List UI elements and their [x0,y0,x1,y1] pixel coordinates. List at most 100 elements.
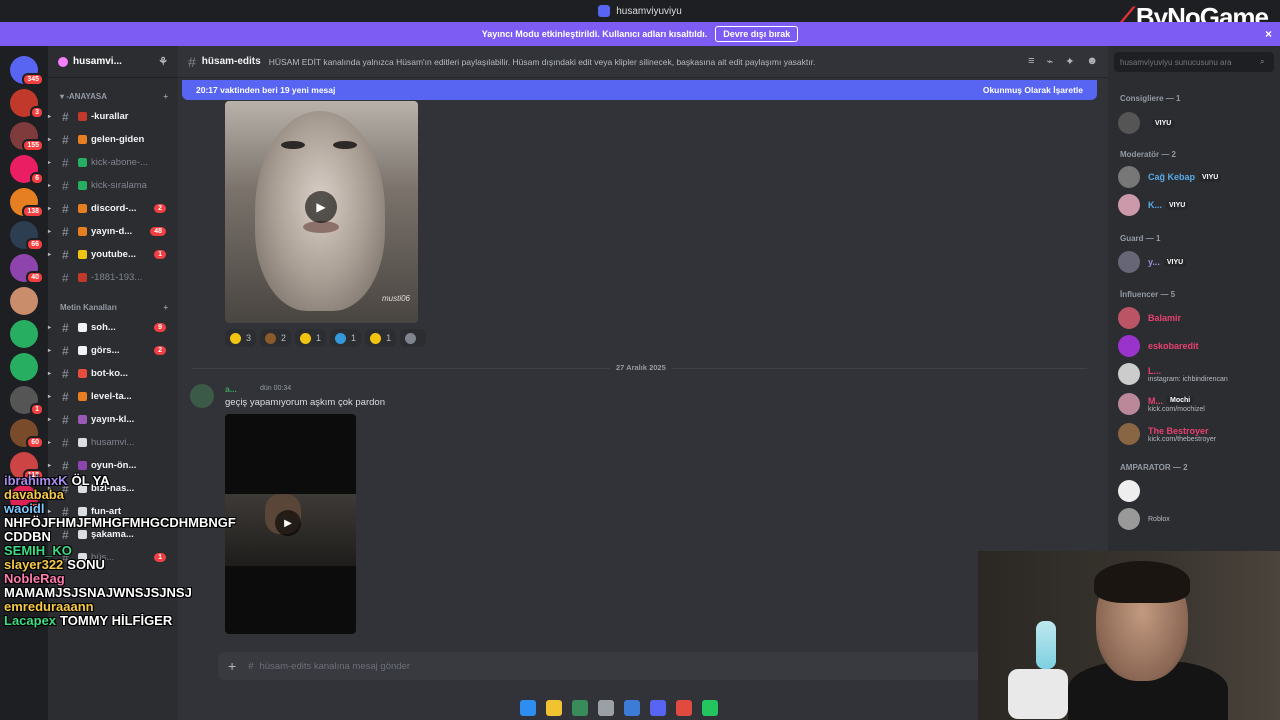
chevron-right-icon[interactable]: ▸ [48,159,51,166]
attach-plus-icon[interactable]: + [228,658,236,674]
mention-badge: 2 [154,346,166,355]
add-channel-icon[interactable]: + [163,303,168,312]
search-icon[interactable]: ⌕ [1260,57,1264,67]
server-icon[interactable]: 1 [10,386,44,416]
guild-header[interactable]: husamvi... ⚘ [48,46,178,78]
channel-label: husamvi... [91,437,135,448]
play-icon[interactable]: ▶ [305,191,337,223]
channel-item[interactable]: ▸ # görs... 2 [48,339,178,362]
play-icon[interactable]: ▶ [275,510,301,536]
server-icon[interactable]: 6 [10,155,44,185]
channel-item[interactable]: ▸ # yayın-kl... [48,408,178,431]
channel-label: level-ta... [91,391,132,402]
avatar[interactable] [190,384,214,408]
taskbar-app-icon[interactable] [624,700,640,716]
member-item[interactable]: K... VIYU [1118,194,1278,216]
close-icon[interactable]: × [1265,27,1272,41]
channel-item[interactable]: ▸ # soh... 9 [48,316,178,339]
channel-item[interactable]: ▸ # discord-... 2 [48,197,178,220]
taskbar-app-icon[interactable] [520,700,536,716]
channel-item[interactable]: ▸ # bot-ko... [48,362,178,385]
server-icon[interactable] [10,287,38,315]
search-input[interactable] [1120,57,1260,67]
member-item[interactable]: Balamir [1118,307,1278,329]
member-item[interactable]: y... VIYU [1118,251,1278,273]
member-item[interactable]: Cağ Kebap VIYU [1118,166,1278,188]
taskbar-app-icon[interactable] [676,700,692,716]
chevron-right-icon[interactable]: ▸ [48,416,51,423]
reaction-pill[interactable]: 3 [225,329,257,347]
member-item[interactable]: VIYU [1118,112,1278,134]
chat-username: davababa [4,487,64,502]
channel-item[interactable]: ▸ # gelen-giden [48,128,178,151]
message-composer[interactable]: + # hüsam-edits kanalına mesaj gönder [218,652,1093,680]
reaction-pill[interactable]: 1 [295,329,327,347]
chevron-right-icon[interactable]: ▸ [48,439,51,446]
chevron-right-icon[interactable]: ▸ [48,113,51,120]
server-icon[interactable] [10,353,38,381]
member-item[interactable]: Roblox [1118,508,1278,530]
chevron-right-icon[interactable]: ▸ [48,136,51,143]
channel-item[interactable]: # -1881-193... [48,266,178,289]
chevron-right-icon[interactable]: ▸ [48,324,51,331]
server-icon[interactable]: 155 [10,122,44,152]
server-icon[interactable]: 138 [10,188,44,218]
server-icon[interactable] [10,320,38,348]
channel-item[interactable]: ▸ # level-ta... [48,385,178,408]
member-item[interactable]: The Bestroyer kick.com/thebestroyer [1118,423,1278,445]
channel-item[interactable]: ▸ # yayın-d... 48 [48,220,178,243]
server-icon[interactable]: 345 [10,56,44,86]
chevron-right-icon[interactable]: ▸ [48,462,51,469]
reaction-pill[interactable]: 1 [365,329,397,347]
channel-emoji-icon [78,323,87,332]
chevron-right-icon[interactable]: ▸ [48,228,51,235]
avatar [1118,194,1140,216]
channel-item[interactable]: ▸ # husamvi... [48,431,178,454]
reaction-pill[interactable]: 1 [330,329,362,347]
chevron-right-icon[interactable]: ▸ [48,182,51,189]
mark-as-read-button[interactable]: Okunmuş Olarak İşaretle [983,85,1083,95]
video-attachment[interactable]: ▶ musti06 [225,101,418,323]
chevron-right-icon[interactable]: ▸ [48,205,51,212]
reaction-pill[interactable]: 2 [260,329,292,347]
chevron-right-icon[interactable]: ▸ [48,347,51,354]
channel-label: youtube... [91,249,136,260]
member-item[interactable]: L... instagram: ichbindirencan [1118,363,1278,385]
taskbar-app-icon[interactable] [650,700,666,716]
channel-item[interactable]: ▸ # -kurallar [48,105,178,128]
member-item[interactable] [1118,480,1278,502]
member-item[interactable]: eskobaredit [1118,335,1278,357]
chevron-right-icon[interactable]: ▸ [48,251,51,258]
notification-bell-icon[interactable]: ⌁ [1047,55,1054,68]
new-messages-bar[interactable]: 20:17 vaktinden beri 19 yeni mesaj Okunm… [182,80,1097,100]
channel-item[interactable]: ▸ # youtube... 1 [48,243,178,266]
channel-item[interactable]: ▸ # kick-sıralama [48,174,178,197]
message-author[interactable]: a... [225,384,237,394]
server-icon[interactable]: 40 [10,254,44,284]
channel-item[interactable]: ▸ # kick-abone-... [48,151,178,174]
category-anayasa[interactable]: ▾ - ANAYASA + [48,78,178,105]
add-channel-icon[interactable]: + [163,92,168,101]
chevron-right-icon[interactable]: ▸ [48,393,51,400]
reaction-pill[interactable] [400,329,427,347]
taskbar-app-icon[interactable] [598,700,614,716]
avatar [1118,393,1140,415]
threads-icon[interactable]: ≡ [1028,55,1034,68]
channel-topic[interactable]: HÜSAM EDİT kanalında yalnızca Hüsam'ın e… [269,57,816,67]
taskbar-app-icon[interactable] [546,700,562,716]
disable-streamer-mode-button[interactable]: Devre dışı bırak [715,26,799,42]
member-item[interactable]: M... Mochi kick.com/mochizel [1118,393,1278,415]
pin-icon[interactable]: ✦ [1065,55,1074,68]
server-icon[interactable]: 66 [10,221,44,251]
search-box[interactable]: ⌕ [1114,52,1274,72]
category-text-channels[interactable]: Metin Kanalları + [48,289,178,316]
add-friend-icon[interactable]: ⚘ [158,55,168,68]
members-icon[interactable]: ☻ [1086,55,1098,68]
chevron-right-icon[interactable]: ▸ [48,370,51,377]
channel-label: -kurallar [91,111,129,122]
taskbar-app-icon[interactable] [702,700,718,716]
member-name: y... [1148,257,1160,267]
server-icon[interactable]: 60 [10,419,44,449]
taskbar-app-icon[interactable] [572,700,588,716]
server-icon[interactable]: 3 [10,89,44,119]
